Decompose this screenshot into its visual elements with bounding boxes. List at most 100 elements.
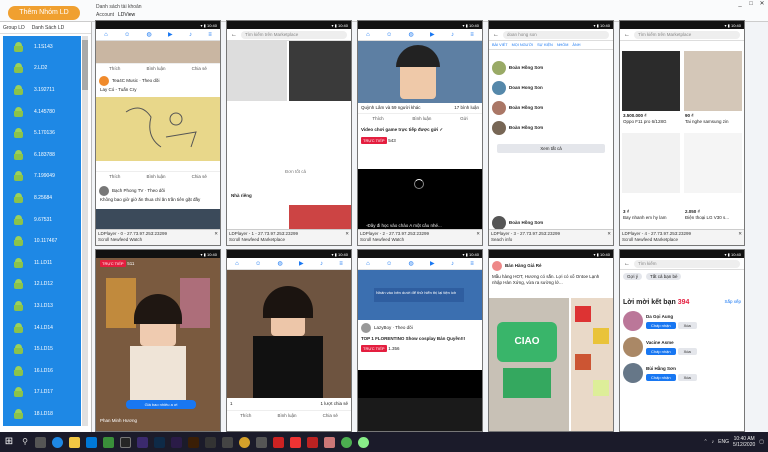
player-screen[interactable]: ← Tìm kiếm trên Marketplace Đơn tốt cả Nh… — [227, 29, 351, 239]
start-button[interactable]: ⊞ — [0, 432, 18, 452]
app-icon[interactable] — [304, 432, 321, 452]
illustrator-icon[interactable] — [185, 432, 202, 452]
add-group-button[interactable]: Thêm Nhóm LD — [8, 6, 80, 20]
bell-icon[interactable]: ♪ — [451, 32, 454, 38]
video-thumbnail[interactable] — [96, 41, 220, 63]
groups-icon[interactable]: ◍ — [147, 31, 152, 38]
page-name[interactable]: Tea4C Music · Theo dõi — [112, 78, 159, 84]
comment-button[interactable]: Bình luận — [277, 413, 296, 418]
ld-list-item[interactable]: 8.25684 — [3, 187, 81, 209]
delete-button[interactable]: Xóa — [677, 347, 697, 355]
task-view-icon[interactable] — [32, 432, 49, 452]
ldplayer-window-8[interactable]: ▾ ▮ 10:40 Bán Hàng Giá Rẻ Mẫu hàng HOT, … — [488, 249, 614, 432]
page-name[interactable]: Bán Hàng Giá Rẻ — [505, 263, 542, 269]
player-screen[interactable]: ⌂ ☺ ◍ ▶ ♪ ≡ 1 1 lượt chia sẻ Thích Bình luận Chi… — [227, 258, 351, 431]
tab-people[interactable]: MỌI NGƯỜI — [512, 43, 533, 47]
app-icon[interactable] — [117, 432, 134, 452]
player-screen[interactable]: ← Tìm kiếm trên Marketplace 3.500.000 ₫ O… — [620, 29, 744, 239]
share-button[interactable]: Chia sẻ — [323, 413, 338, 418]
tab-photos[interactable]: ẢNH — [572, 43, 580, 47]
player-screen[interactable]: TRỰC TIẾP 511 Giá bao nhiêu a ơi Phan Mi… — [96, 258, 220, 431]
edge-icon[interactable] — [49, 432, 66, 452]
search-input[interactable]: Tìm kiếm trên Marketplace — [634, 30, 740, 39]
like-count[interactable]: 1 — [230, 401, 233, 407]
clock[interactable]: 10:40 AM 5/12/2020 — [733, 436, 755, 448]
friend-name[interactable]: Da Gọi Aung — [646, 314, 697, 320]
home-icon[interactable]: ⌂ — [366, 261, 370, 267]
ldplayer-window-1[interactable]: ▾ ▮ 10:40 ← Tìm kiếm trên Marketplace Đơn… — [226, 20, 352, 246]
search-input[interactable]: doan hong son — [503, 30, 609, 39]
video-thumbnail[interactable] — [96, 97, 220, 161]
bell-icon[interactable]: ♪ — [451, 261, 454, 267]
ld-list-item[interactable]: 12.LD12 — [3, 274, 81, 296]
groups-icon[interactable]: ◍ — [409, 31, 414, 38]
close-icon[interactable]: ✕ — [214, 231, 218, 237]
notification-icon[interactable]: ▢ — [759, 439, 764, 445]
close-icon[interactable]: ✕ — [738, 231, 742, 237]
listing-image[interactable] — [227, 41, 287, 101]
ldplayer-window-3[interactable]: ▾ ▮ 10:40 ← doan hong son BÀI VIẾT MỌI NGƯ… — [488, 20, 614, 246]
share-button[interactable]: Gửi — [460, 116, 468, 121]
ldplayer-window-6[interactable]: ▾ ▮ 10:40 ⌂ ☺ ◍ ▶ ♪ ≡ 1 1 lượt chia sẻ Thích Bì… — [226, 249, 352, 432]
share-button[interactable]: Chia sẻ — [192, 66, 207, 71]
account-value[interactable]: LDView — [118, 12, 135, 18]
home-icon[interactable]: ⌂ — [235, 261, 239, 267]
friends-icon[interactable]: ☺ — [386, 32, 392, 38]
friend-name[interactable]: Bùi Hằng Sơn — [646, 366, 697, 372]
friends-icon[interactable]: ☺ — [124, 32, 130, 38]
ld-list-item[interactable]: 14.LD14 — [3, 317, 81, 339]
close-button[interactable]: ✕ — [758, 1, 766, 8]
ld-list-item[interactable]: 5.170136 — [3, 122, 81, 144]
comment-pill[interactable]: Giá bao nhiêu a ơi — [126, 400, 196, 409]
menu-icon[interactable]: ≡ — [470, 261, 474, 267]
avatar[interactable] — [361, 323, 371, 333]
app-icon[interactable] — [270, 432, 287, 452]
app-icon[interactable] — [355, 432, 372, 452]
back-icon[interactable]: ← — [493, 32, 499, 38]
avatar[interactable] — [99, 186, 109, 196]
player-screen[interactable]: Bán Hàng Giá Rẻ Mẫu hàng HOT, Hương có s… — [489, 258, 613, 431]
menu-icon[interactable]: ≡ — [208, 32, 212, 38]
player-screen[interactable]: ← doan hong son BÀI VIẾT MỌI NGƯỜI SỰ KIỆN N… — [489, 29, 613, 239]
page-name[interactable]: LazyBoy · Theo dõi — [374, 325, 413, 331]
app-icon[interactable] — [287, 432, 304, 452]
ld-list-item[interactable]: 13.LD13 — [3, 295, 81, 317]
player-screen[interactable]: ⌂ ☺ ◍ ▶ ♪ ≡ Thích Bình luận Chia sẻ Tea4C Music… — [96, 29, 220, 239]
back-icon[interactable]: ← — [624, 261, 630, 267]
app-icon[interactable] — [219, 432, 236, 452]
ld-list-item[interactable]: 9.67531 — [3, 209, 81, 231]
groups-icon[interactable]: ◍ — [409, 260, 414, 267]
ldplayer-window-5[interactable]: ▾ ▮ 10:40 TRỰC TIẾP 511 Giá bao nhiêu a … — [95, 249, 221, 432]
list-column-header[interactable]: Danh Sách LD — [32, 25, 65, 31]
bell-icon[interactable]: ♪ — [320, 261, 323, 267]
search-input[interactable]: Tìm kiếm trên Marketplace — [241, 30, 347, 39]
back-icon[interactable]: ← — [624, 32, 630, 38]
ld-list-item[interactable]: 2.LD2 — [3, 58, 81, 80]
back-icon[interactable]: ← — [231, 32, 237, 38]
watch-icon[interactable]: ▶ — [430, 31, 435, 38]
home-icon[interactable]: ⌂ — [104, 32, 108, 38]
minimize-button[interactable]: _ — [736, 1, 744, 8]
player-screen[interactable]: ⌂ ☺ ◍ ▶ ♪ ≡ Nhấn vào bên dưới để thử hiển thị… — [358, 258, 482, 431]
friends-icon[interactable]: ☺ — [386, 261, 392, 267]
ld-list-item[interactable]: 17.LD17 — [3, 382, 81, 404]
app-icon[interactable] — [236, 432, 253, 452]
list-item[interactable]: Doan Hong Son — [489, 78, 613, 98]
home-icon[interactable]: ⌂ — [366, 32, 370, 38]
ld-list-item[interactable]: 10.117467 — [3, 230, 81, 252]
friend-name[interactable]: Vacine Asme — [646, 340, 697, 346]
comment-button[interactable]: Bình luận — [412, 116, 431, 121]
watch-icon[interactable]: ▶ — [168, 31, 173, 38]
close-icon[interactable]: ✕ — [345, 231, 349, 237]
comment-count[interactable]: 17 bình luận — [454, 105, 479, 111]
ldplayer-window-2[interactable]: ▾ ▮ 10:40 ⌂ ☺ ◍ ▶ ♪ ≡ Quỳnh Lâm và 59 người k… — [357, 20, 483, 246]
avatar[interactable] — [623, 337, 643, 357]
accept-button[interactable]: Chấp nhận — [646, 373, 676, 381]
ld-list-item[interactable]: 11.LD11 — [3, 252, 81, 274]
tab-groups[interactable]: NHÓM — [557, 43, 569, 47]
network-icon[interactable]: ⌃ — [703, 439, 707, 445]
delete-button[interactable]: Xóa — [677, 373, 697, 381]
app-icon[interactable] — [202, 432, 219, 452]
ldplayer-window-0[interactable]: ▾ ▮ 10:40 ⌂ ☺ ◍ ▶ ♪ ≡ Thích Bình luận Chia sẻ T… — [95, 20, 221, 246]
see-all-button[interactable]: Xem tất cả — [497, 144, 605, 153]
